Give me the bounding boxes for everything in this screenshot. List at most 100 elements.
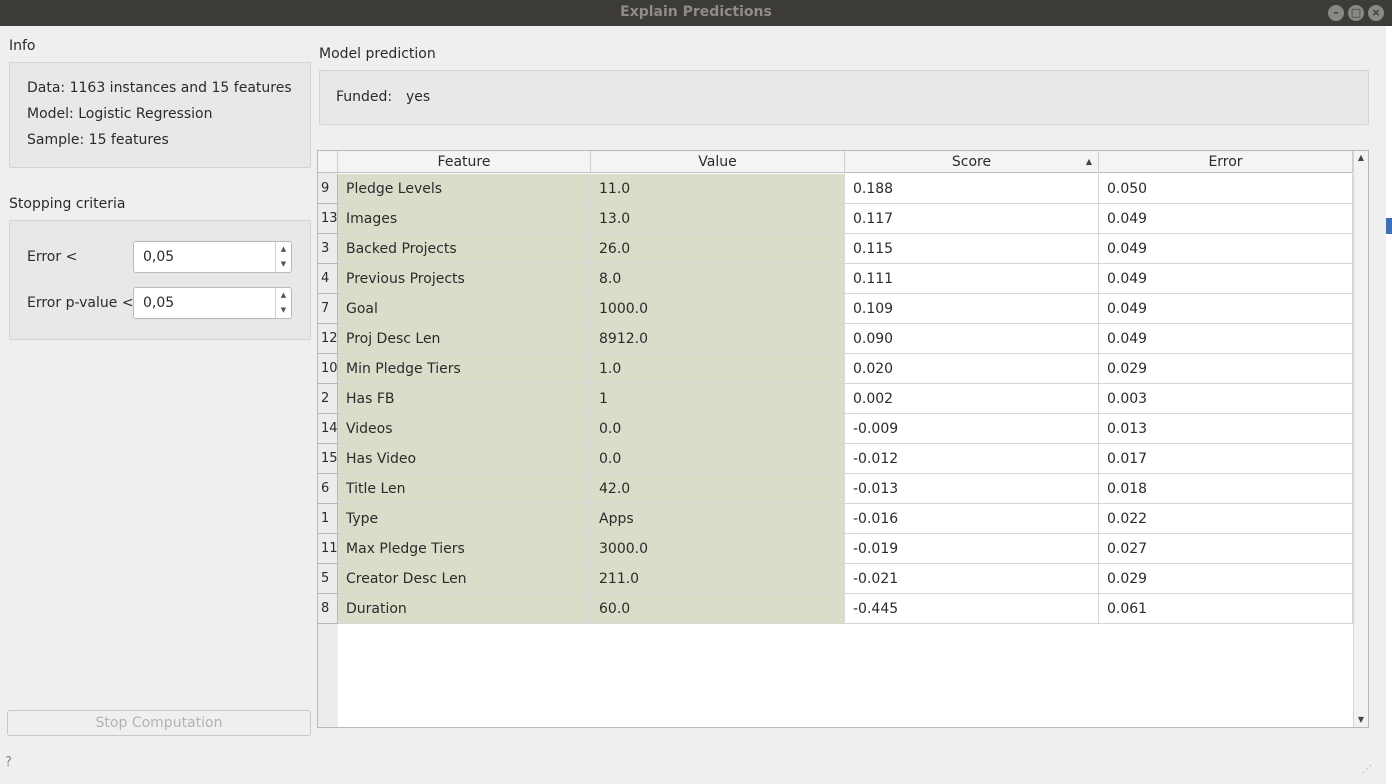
feature-cell[interactable]: Previous Projects (338, 264, 591, 294)
feature-cell[interactable]: Creator Desc Len (338, 564, 591, 594)
score-cell[interactable]: 0.111 (845, 264, 1099, 294)
error-cell[interactable]: 0.049 (1099, 264, 1353, 294)
row-index[interactable]: 15 (318, 444, 338, 474)
value-cell[interactable]: 60.0 (591, 594, 845, 624)
table-row[interactable]: 14 Videos 0.0 -0.009 0.013 (318, 414, 1353, 444)
score-cell[interactable]: 0.115 (845, 234, 1099, 264)
row-index[interactable]: 14 (318, 414, 338, 444)
value-cell[interactable]: 26.0 (591, 234, 845, 264)
column-header-score[interactable]: Score ▲ (845, 151, 1099, 173)
feature-cell[interactable]: Videos (338, 414, 591, 444)
row-index[interactable]: 13 (318, 204, 338, 234)
error-cell[interactable]: 0.049 (1099, 294, 1353, 324)
table-row[interactable]: 9 Pledge Levels 11.0 0.188 0.050 (318, 174, 1353, 204)
pvalue-threshold-spinbox[interactable]: 0,05 ▲ ▼ (133, 287, 292, 319)
feature-cell[interactable]: Type (338, 504, 591, 534)
error-cell[interactable]: 0.049 (1099, 234, 1353, 264)
score-cell[interactable]: -0.009 (845, 414, 1099, 444)
table-row[interactable]: 10 Min Pledge Tiers 1.0 0.020 0.029 (318, 354, 1353, 384)
maximize-button[interactable]: □ (1348, 5, 1364, 21)
score-cell[interactable]: -0.016 (845, 504, 1099, 534)
error-cell[interactable]: 0.061 (1099, 594, 1353, 624)
column-header-value[interactable]: Value (591, 151, 845, 173)
row-index[interactable]: 12 (318, 324, 338, 354)
table-row[interactable]: 1 Type Apps -0.016 0.022 (318, 504, 1353, 534)
score-cell[interactable]: 0.090 (845, 324, 1099, 354)
spin-up-icon[interactable]: ▲ (276, 288, 291, 303)
value-cell[interactable]: 1.0 (591, 354, 845, 384)
score-cell[interactable]: -0.445 (845, 594, 1099, 624)
vertical-scrollbar[interactable]: ▲ ▼ (1353, 151, 1368, 727)
table-row[interactable]: 4 Previous Projects 8.0 0.111 0.049 (318, 264, 1353, 294)
row-index[interactable]: 2 (318, 384, 338, 414)
value-cell[interactable]: 211.0 (591, 564, 845, 594)
row-index[interactable]: 6 (318, 474, 338, 504)
error-cell[interactable]: 0.049 (1099, 204, 1353, 234)
column-header-feature[interactable]: Feature (338, 151, 591, 173)
spin-down-icon[interactable]: ▼ (276, 257, 291, 272)
spin-down-icon[interactable]: ▼ (276, 303, 291, 318)
error-cell[interactable]: 0.022 (1099, 504, 1353, 534)
score-cell[interactable]: -0.012 (845, 444, 1099, 474)
error-cell[interactable]: 0.049 (1099, 324, 1353, 354)
row-index[interactable]: 3 (318, 234, 338, 264)
column-header-error[interactable]: Error (1099, 151, 1353, 173)
corner-header[interactable] (318, 151, 338, 173)
row-index[interactable]: 9 (318, 174, 338, 204)
value-cell[interactable]: 1 (591, 384, 845, 414)
value-cell[interactable]: 8.0 (591, 264, 845, 294)
explanation-table[interactable]: Feature Value Score ▲ Error 9 Pledge Leve… (317, 150, 1369, 728)
feature-cell[interactable]: Backed Projects (338, 234, 591, 264)
value-cell[interactable]: 13.0 (591, 204, 845, 234)
table-row[interactable]: 8 Duration 60.0 -0.445 0.061 (318, 594, 1353, 624)
table-row[interactable]: 13 Images 13.0 0.117 0.049 (318, 204, 1353, 234)
feature-cell[interactable]: Max Pledge Tiers (338, 534, 591, 564)
table-row[interactable]: 11 Max Pledge Tiers 3000.0 -0.019 0.027 (318, 534, 1353, 564)
feature-cell[interactable]: Duration (338, 594, 591, 624)
table-row[interactable]: 12 Proj Desc Len 8912.0 0.090 0.049 (318, 324, 1353, 354)
error-cell[interactable]: 0.018 (1099, 474, 1353, 504)
row-index[interactable]: 4 (318, 264, 338, 294)
value-cell[interactable]: 1000.0 (591, 294, 845, 324)
row-index[interactable]: 8 (318, 594, 338, 624)
feature-cell[interactable]: Proj Desc Len (338, 324, 591, 354)
row-index[interactable]: 7 (318, 294, 338, 324)
value-cell[interactable]: 8912.0 (591, 324, 845, 354)
scroll-down-icon[interactable]: ▼ (1354, 713, 1368, 727)
feature-cell[interactable]: Pledge Levels (338, 174, 591, 204)
error-threshold-spinbox[interactable]: 0,05 ▲ ▼ (133, 241, 292, 273)
close-button[interactable]: × (1368, 5, 1384, 21)
error-cell[interactable]: 0.029 (1099, 564, 1353, 594)
score-cell[interactable]: 0.002 (845, 384, 1099, 414)
value-cell[interactable]: Apps (591, 504, 845, 534)
score-cell[interactable]: 0.117 (845, 204, 1099, 234)
table-row[interactable]: 5 Creator Desc Len 211.0 -0.021 0.029 (318, 564, 1353, 594)
row-index[interactable]: 1 (318, 504, 338, 534)
feature-cell[interactable]: Images (338, 204, 591, 234)
table-row[interactable]: 7 Goal 1000.0 0.109 0.049 (318, 294, 1353, 324)
row-index[interactable]: 5 (318, 564, 338, 594)
score-cell[interactable]: -0.019 (845, 534, 1099, 564)
error-cell[interactable]: 0.050 (1099, 174, 1353, 204)
help-icon[interactable]: ? (5, 755, 12, 770)
minimize-button[interactable]: – (1328, 5, 1344, 21)
table-row[interactable]: 15 Has Video 0.0 -0.012 0.017 (318, 444, 1353, 474)
score-cell[interactable]: -0.021 (845, 564, 1099, 594)
value-cell[interactable]: 0.0 (591, 414, 845, 444)
row-index[interactable]: 11 (318, 534, 338, 564)
score-cell[interactable]: 0.020 (845, 354, 1099, 384)
value-cell[interactable]: 0.0 (591, 444, 845, 474)
value-cell[interactable]: 42.0 (591, 474, 845, 504)
value-cell[interactable]: 3000.0 (591, 534, 845, 564)
score-cell[interactable]: 0.109 (845, 294, 1099, 324)
score-cell[interactable]: 0.188 (845, 174, 1099, 204)
score-cell[interactable]: -0.013 (845, 474, 1099, 504)
spin-up-icon[interactable]: ▲ (276, 242, 291, 257)
table-row[interactable]: 3 Backed Projects 26.0 0.115 0.049 (318, 234, 1353, 264)
table-row[interactable]: 2 Has FB 1 0.002 0.003 (318, 384, 1353, 414)
error-cell[interactable]: 0.027 (1099, 534, 1353, 564)
error-cell[interactable]: 0.017 (1099, 444, 1353, 474)
feature-cell[interactable]: Min Pledge Tiers (338, 354, 591, 384)
feature-cell[interactable]: Has FB (338, 384, 591, 414)
value-cell[interactable]: 11.0 (591, 174, 845, 204)
